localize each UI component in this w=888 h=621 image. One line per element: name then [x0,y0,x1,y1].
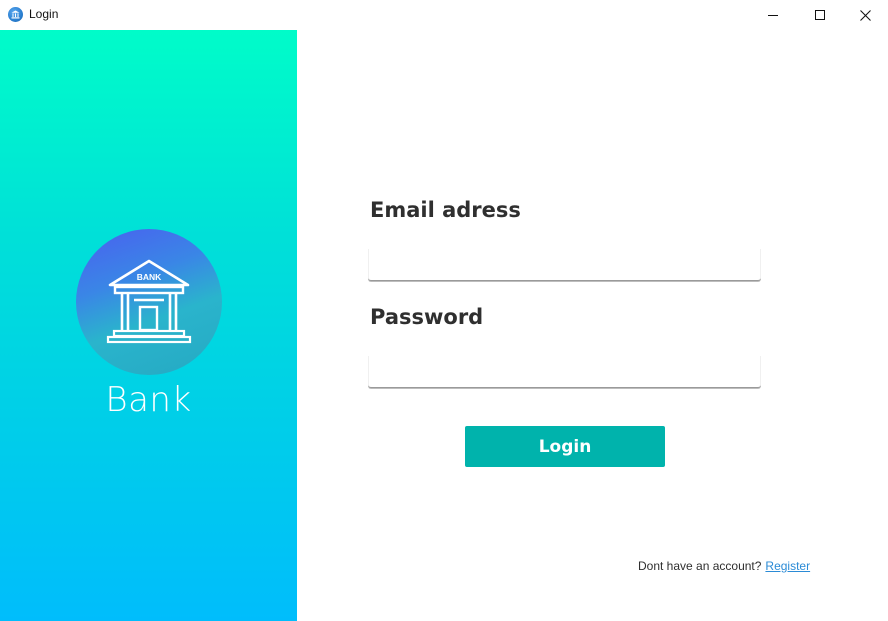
bank-building-icon: BANK [106,259,192,344]
maximize-button[interactable] [797,0,843,30]
window-title: Login [29,7,59,21]
email-field[interactable] [368,249,761,281]
maximize-icon [815,10,825,20]
register-prompt: Dont have an account? [638,559,762,573]
login-button[interactable]: Login [465,426,665,467]
brand-panel: BANK Bank [0,30,297,621]
minimize-icon [768,15,778,16]
title-bar: Login [0,0,888,30]
close-button[interactable] [842,0,888,30]
minimize-button[interactable] [750,0,796,30]
email-label: Email adress [370,198,521,222]
brand-name: Bank [105,380,192,420]
bank-icon [8,7,23,22]
password-label: Password [370,305,484,329]
password-field[interactable] [368,356,761,388]
register-link[interactable]: Register [765,559,810,573]
logo-text: BANK [137,272,162,282]
bank-logo: BANK [76,229,222,375]
close-icon [859,9,871,21]
register-prompt-row: Dont have an account? Register [638,559,810,573]
login-window: Login BANK Bank Email adress Password Lo… [0,0,888,621]
